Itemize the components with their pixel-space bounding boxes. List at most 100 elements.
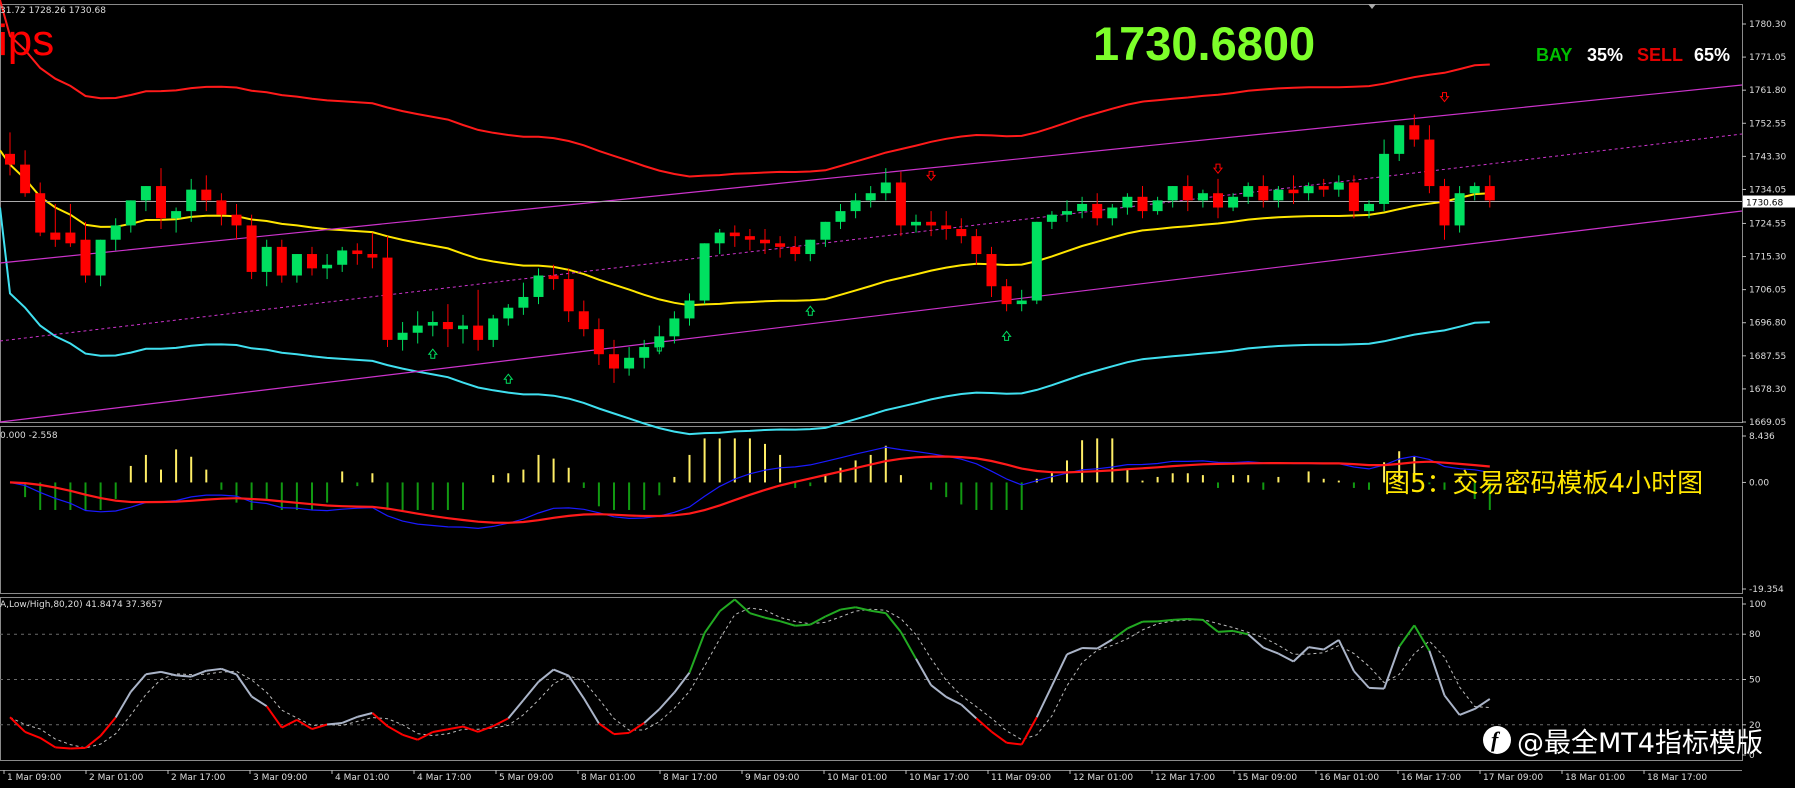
time-tick-label: 16 Mar 01:00 [1319,773,1379,783]
price-tick-label: 1706.05 [1749,286,1786,296]
stochastic-main-segment [703,610,721,634]
candle-body [5,153,15,165]
time-tick-label: 8 Mar 17:00 [663,773,718,783]
candle-body [1273,189,1284,201]
stochastic-main-segment [70,746,86,750]
watermark-text: @最全MT4指标模版 [1517,728,1763,759]
price-tick-label: 1752.55 [1749,119,1786,129]
window-frame-1 [0,4,1743,423]
price-tick-label: 1780.30 [1749,20,1786,30]
candle-body [1454,193,1465,226]
bay-label: BAY [1536,45,1573,65]
price-axis: 1780.30 1771.05 1761.80 1752.55 1743.30 1734.… [3,20,1795,783]
price-tick-label: 1724.55 [1749,219,1786,229]
stochastic-main-segment [673,672,691,694]
price-window [0,0,1743,436]
candle-body [503,307,514,319]
arrow-up-icon [427,348,438,359]
candle-body [1062,211,1072,215]
stochastic-main-segment [1277,652,1294,663]
stochastic-main-segment [719,598,736,613]
candle-body [95,239,106,276]
macd-tick-label: 0.00 [1749,478,1769,488]
time-tick-label: 12 Mar 01:00 [1073,773,1133,783]
stochastic-main-segment [55,746,71,750]
stochastic-main-segment [885,612,902,633]
stochastic-main-segment [779,620,796,627]
time-tick-label: 2 Mar 01:00 [89,773,144,783]
candle-body [1394,125,1405,154]
stochastic-main-segment [990,730,1008,744]
stochastic-main-segment [477,725,494,733]
stochastic-main-segment [99,716,117,737]
candle-body [820,221,831,240]
stochastic-main-segment [840,606,856,611]
candle-body [865,193,876,201]
candle-body [140,186,151,201]
candle-body [518,296,529,308]
time-tick-label: 11 Mar 09:00 [991,773,1051,783]
candle-body [50,232,61,240]
chart-canvas: 1780.30 1771.05 1761.80 1752.55 1743.30 1734.… [0,0,1795,783]
candle-body [1107,207,1118,219]
time-tick-label: 5 Mar 09:00 [499,773,554,783]
price-tick-label: 1734.05 [1749,185,1786,195]
ohlc-header: 31.72 1728.26 1730.68 [0,6,106,16]
time-tick-label: 10 Mar 17:00 [909,773,969,783]
candle-body [1077,203,1088,212]
candle-body [1439,186,1450,226]
stochastic-main-segment [1323,639,1340,651]
arrow-down-icon [1212,163,1224,174]
candle-body [337,250,348,265]
stochastic-main-segment [749,612,766,619]
arrow-up-icon [503,373,514,384]
candle-body [1228,196,1239,208]
candle-body [307,254,317,269]
candle-body [1288,189,1299,194]
candle-body [1333,182,1344,190]
lower-band-line [0,207,1490,436]
stochastic-main-segment [1383,646,1401,689]
stochastic-main-segment [643,708,660,724]
candle-body [1167,186,1178,201]
stochastic-main-segment [1202,619,1219,633]
channel-lower-line [0,210,1743,423]
candle-body [322,264,333,269]
candle-body [427,322,438,326]
candle-body [412,325,423,333]
candle-body [246,225,257,272]
macd-tick-label: 8.436 [1749,432,1775,442]
stochastic-main-segment [190,669,207,678]
stochastic-main-segment [145,670,162,676]
price-tick-label: 1696.80 [1749,319,1786,329]
candle-body [563,279,574,312]
candle-body [1197,193,1208,201]
time-tick-label: 15 Mar 09:00 [1237,773,1297,783]
stoch-tick-label: 50 [1749,676,1761,686]
candle-body [835,211,846,222]
arrow-down-icon [926,170,937,182]
stochastic-main-segment [24,731,41,739]
candle-body [1031,221,1042,301]
stoch-tick-label: 100 [1749,600,1766,610]
bay-percent: 35% [1587,45,1624,65]
candle-body [125,200,136,226]
stochastic-main-segment [1262,646,1279,655]
candle-body [1137,196,1148,212]
candle-body [488,318,499,340]
stochastic-main-segment [357,712,373,718]
macd-tick-label: -19.354 [1749,585,1784,595]
stochastic-main-segment [1398,624,1416,648]
stochastic-main-segment [387,725,404,736]
price-tick-label: 1687.55 [1749,352,1786,362]
candle-body [548,275,559,280]
stochastic-main-segment [326,721,343,726]
channel-mid-line [0,133,1743,342]
time-tick-label: 2 Mar 17:00 [171,773,226,783]
stochastic-main-segment [39,737,56,749]
stochastic-main-segment [84,735,102,749]
stochastic-main-segment [688,632,706,673]
window-frames [0,4,1743,771]
candle-body [775,243,786,247]
stochastic-main-segment [371,712,389,727]
